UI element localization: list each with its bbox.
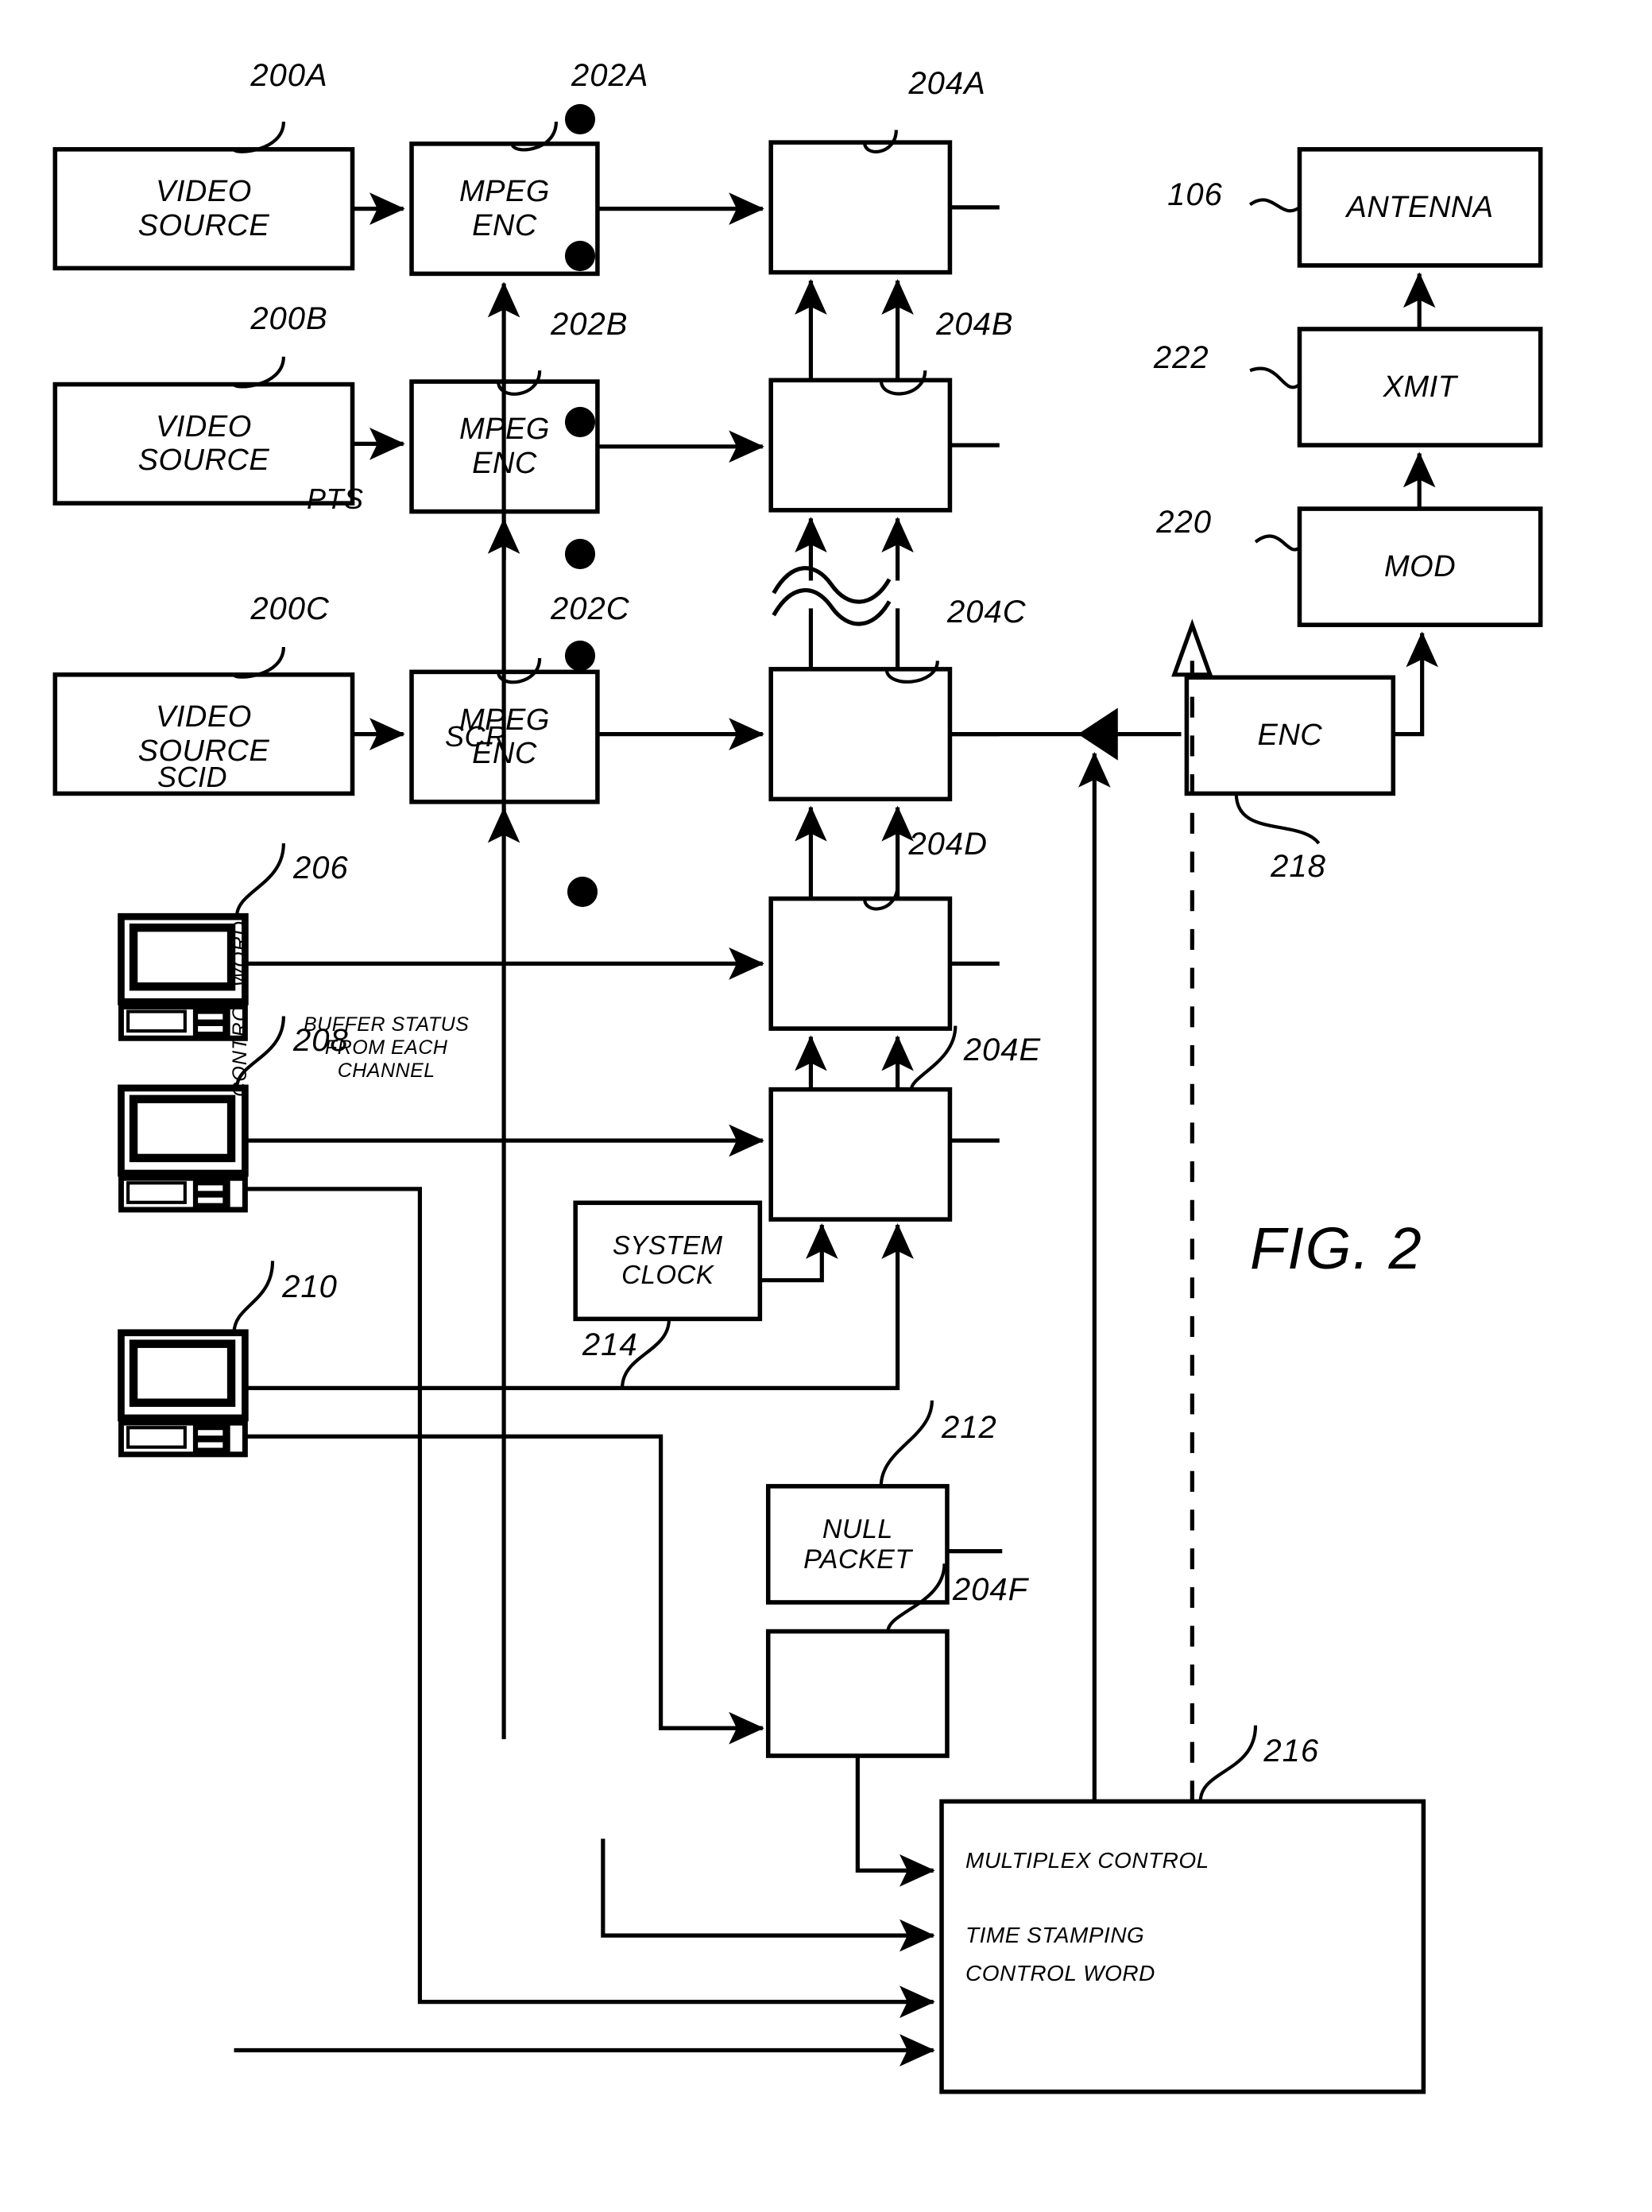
leader-null_packet	[879, 1400, 934, 1486]
enc-to-mod-path	[1393, 631, 1438, 737]
buffer_status_label: BUFFER STATUS FROM EACH CHANNEL	[304, 1013, 470, 1082]
reference-numeral-218: 218	[1271, 848, 1326, 884]
block-video_source_a	[52, 147, 355, 271]
break-squiggle	[772, 566, 892, 626]
dot_204d	[564, 538, 596, 570]
leader-computer_210	[232, 1261, 275, 1333]
block-null_packet	[765, 1484, 950, 1605]
leader-xmit	[1249, 366, 1301, 389]
block-antenna	[1297, 147, 1543, 268]
scid-path	[245, 1223, 914, 1390]
diagram-canvas	[52, 103, 1543, 2094]
leader-mod	[1254, 534, 1301, 552]
block-outlines	[52, 140, 1543, 2094]
leader-mux_e	[909, 1025, 958, 1091]
reference-numeral-216: 216	[1263, 1734, 1320, 1769]
control_word_vertical: CONTROL WORD	[229, 920, 251, 1097]
computer-terminal-icons	[118, 912, 249, 1458]
reference-numeral-200C: 200C	[250, 591, 330, 627]
reference-numeral-204D: 204D	[908, 827, 988, 862]
reference-numeral-204E: 204E	[963, 1032, 1042, 1068]
reference-numeral-106: 106	[1167, 176, 1223, 212]
dot_204e	[564, 640, 596, 672]
reference-numeral-202C: 202C	[551, 591, 630, 627]
system-clock-scr-path	[760, 1223, 838, 1283]
reference-numeral-204C: 204C	[946, 594, 1027, 630]
figure-title: FIG. 2	[1250, 1215, 1423, 1281]
reference-numeral-204A: 204A	[908, 66, 986, 102]
reference-numeral-210: 210	[282, 1269, 338, 1304]
leader-antenna	[1248, 198, 1301, 213]
patent-figure-sheet: VIDEO SOURCE 200A MPEG ENC 202A 204A VIDEO SO…	[0, 0, 1652, 2212]
buffer-status-to-mux-control	[855, 1756, 935, 1887]
reference-numeral-200B: 200B	[250, 301, 328, 337]
reference-numeral-202A: 202A	[571, 58, 649, 94]
block-mux_d	[768, 896, 953, 1031]
block-xmit	[1297, 327, 1543, 447]
dot_212	[567, 876, 598, 908]
block-mux_c	[768, 667, 953, 802]
pts_label: PTS	[307, 482, 364, 515]
leader-enc	[1234, 793, 1321, 845]
reference-numeral-222: 222	[1153, 339, 1209, 375]
buffer-status-feeder	[601, 1838, 935, 1952]
reference-numeral-214: 214	[582, 1327, 638, 1362]
reference-numeral-206: 206	[293, 850, 349, 885]
reference-numeral-220: 220	[1156, 504, 1213, 540]
block-mux_a	[768, 140, 953, 275]
block-mux_b	[768, 378, 953, 513]
reference-numeral-202B: 202B	[551, 307, 629, 343]
reverse-arrow-junction	[1077, 707, 1118, 761]
leader-multiplex_control	[1198, 1725, 1258, 1802]
reference-numeral-200A: 200A	[250, 58, 328, 94]
computer-icon-210	[118, 1329, 249, 1458]
reference-numeral-204B: 204B	[936, 307, 1014, 343]
reference-numeral-204F: 204F	[952, 1571, 1029, 1607]
dot_204c	[564, 406, 596, 438]
computer-icon-208	[118, 1084, 249, 1213]
scid_label: SCID	[157, 761, 228, 793]
block-system_clock	[573, 1200, 763, 1322]
computer-icon-206	[118, 912, 249, 1041]
dot_204b	[564, 240, 596, 272]
block-enc	[1184, 675, 1396, 796]
scr_label: SCR	[445, 720, 507, 753]
reference-numeral-212: 212	[942, 1410, 997, 1446]
block-mux_e	[768, 1087, 953, 1222]
block-mod	[1297, 506, 1543, 627]
leader-computer_206	[234, 843, 285, 917]
dot_204a	[564, 103, 596, 135]
block-multiplex_control	[939, 1799, 1426, 2094]
block-mux_f	[765, 1629, 950, 1758]
